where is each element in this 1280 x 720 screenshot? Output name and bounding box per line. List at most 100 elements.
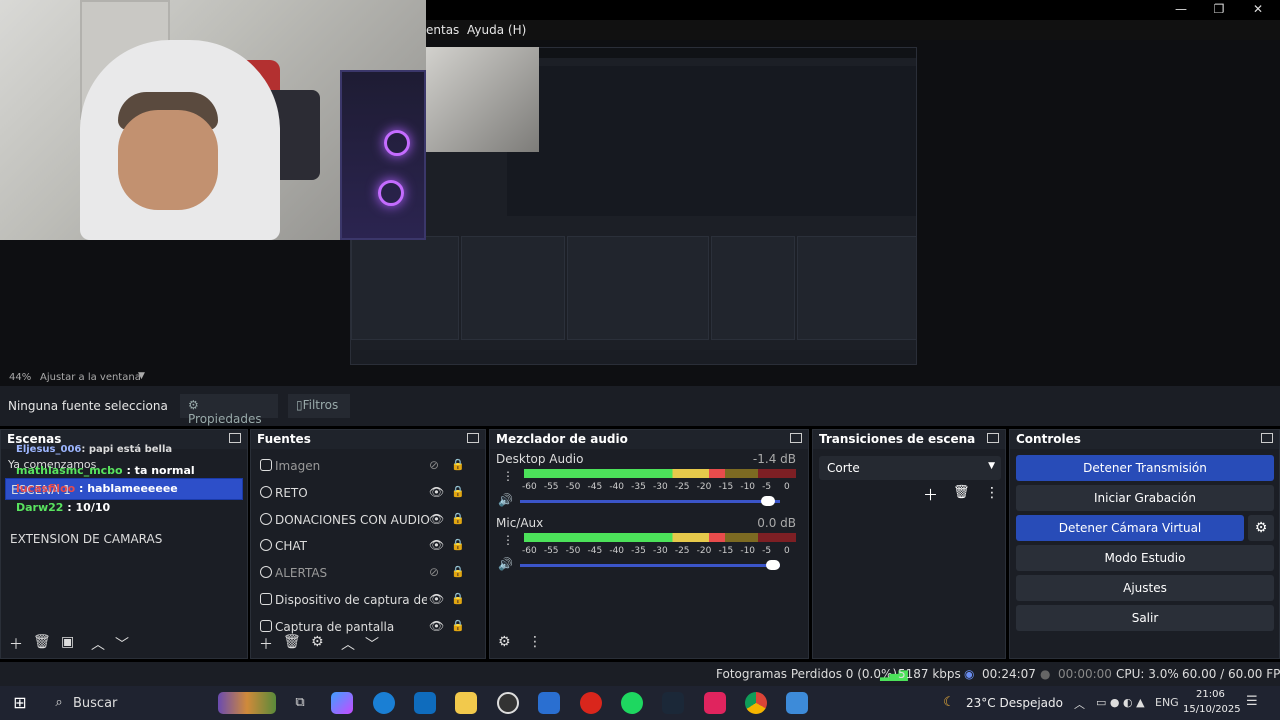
channel-name: Mic/Aux bbox=[496, 516, 544, 530]
move-up-icon[interactable]: ︿ bbox=[91, 634, 105, 654]
nested-screen-image bbox=[507, 66, 916, 216]
filters-button[interactable]: ▯Filtros bbox=[288, 394, 350, 418]
start-recording-button[interactable]: Iniciar Grabación bbox=[1016, 485, 1274, 511]
clock-time[interactable]: 21:06 bbox=[1196, 689, 1225, 700]
opera-icon[interactable] bbox=[580, 692, 602, 714]
move-down-icon[interactable]: ﹀ bbox=[115, 634, 129, 654]
more-icon[interactable]: ⋮ bbox=[985, 485, 999, 501]
speaker-icon[interactable]: 🔊 bbox=[498, 557, 513, 571]
language-indicator[interactable]: ENG bbox=[1155, 696, 1179, 709]
chevron-up-icon[interactable]: ︿ bbox=[1074, 696, 1085, 712]
chevron-down-icon[interactable]: ▼ bbox=[138, 371, 145, 381]
volume-knob[interactable] bbox=[766, 560, 780, 570]
source-item[interactable]: DONACIONES CON AUDIO 👁 🔒 bbox=[257, 510, 483, 534]
eye-icon[interactable]: 👁 bbox=[429, 512, 444, 526]
edge-icon[interactable] bbox=[373, 692, 395, 714]
trash-icon[interactable]: 🗑 bbox=[33, 634, 51, 650]
eye-icon[interactable]: 👁 bbox=[429, 538, 444, 552]
menu-item-tools[interactable]: entas bbox=[426, 23, 459, 37]
broadcast-icon: ◉ bbox=[964, 667, 975, 681]
browser-icon bbox=[260, 486, 272, 498]
studio-mode-button[interactable]: Modo Estudio bbox=[1016, 545, 1274, 571]
meter-tick-label: -25 bbox=[674, 482, 690, 492]
copilot-icon[interactable] bbox=[331, 692, 353, 714]
menu-item-help[interactable]: Ayuda (H) bbox=[467, 23, 526, 37]
outlook-icon[interactable] bbox=[414, 692, 436, 714]
minimize-icon[interactable]: — bbox=[1170, 2, 1192, 18]
gear-icon[interactable]: ⚙ bbox=[311, 634, 324, 650]
status-bar: Fotogramas Perdidos 0 (0.0%) ▂▄▆ 5187 kb… bbox=[0, 662, 1280, 686]
close-icon[interactable]: ✕ bbox=[1247, 2, 1269, 18]
clock-date[interactable]: 15/10/2025 bbox=[1183, 704, 1241, 715]
chrome-icon[interactable] bbox=[745, 692, 767, 714]
properties-button[interactable]: ⚙ Propiedades bbox=[180, 394, 278, 426]
taskbar-search[interactable]: Buscar bbox=[73, 696, 117, 711]
maximize-icon[interactable]: ❐ bbox=[1208, 2, 1230, 18]
meter-tick-label: -40 bbox=[609, 482, 625, 492]
windows-start-icon[interactable]: ⊞ bbox=[9, 692, 31, 714]
bitrate: 5187 kbps bbox=[898, 667, 961, 681]
gear-icon[interactable]: ⚙ bbox=[498, 634, 511, 650]
settings-button[interactable]: Ajustes bbox=[1016, 575, 1274, 601]
move-down-icon[interactable]: ﹀ bbox=[365, 634, 379, 654]
store-icon[interactable] bbox=[538, 692, 560, 714]
undock-icon[interactable] bbox=[1261, 433, 1273, 443]
notification-icon[interactable]: ☰ bbox=[1246, 694, 1258, 709]
channel-db: -1.4 dB bbox=[752, 452, 796, 466]
filter-icon[interactable]: ▣ bbox=[61, 634, 74, 650]
meter-ticks: -60 -55 -50 -45 -40 -35 -30 -25 -20 -15 -10 -5 0 bbox=[522, 482, 796, 492]
undock-icon[interactable] bbox=[229, 433, 241, 443]
fit-to-window-label[interactable]: Ajustar a la ventana bbox=[40, 372, 141, 383]
scene-item[interactable]: EXTENSION DE CAMARAS bbox=[5, 528, 243, 550]
speaker-icon[interactable]: 🔊 bbox=[498, 493, 513, 507]
virtual-camera-settings-gear-icon[interactable]: ⚙ bbox=[1248, 515, 1274, 541]
trash-icon[interactable]: 🗑 bbox=[283, 634, 301, 650]
search-icon[interactable]: ⌕ bbox=[48, 692, 70, 714]
more-icon[interactable]: ⋮ bbox=[528, 634, 542, 650]
lock-icon[interactable]: 🔒 bbox=[451, 565, 465, 578]
trash-icon[interactable]: 🗑 bbox=[953, 485, 970, 500]
task-view-icon[interactable]: ⧉ bbox=[289, 692, 311, 714]
meter-tick-label: -50 bbox=[565, 546, 581, 556]
spotify-icon[interactable] bbox=[621, 692, 643, 714]
lock-icon[interactable]: 🔒 bbox=[451, 538, 465, 551]
eye-hidden-icon[interactable]: ⊘ bbox=[429, 458, 439, 472]
tray-icons[interactable]: ▭ ● ◐ ▲ bbox=[1096, 696, 1145, 709]
lock-icon[interactable]: 🔒 bbox=[451, 592, 465, 605]
browser-icon bbox=[260, 513, 272, 525]
obs-icon[interactable] bbox=[497, 692, 519, 714]
source-item[interactable]: Imagen ⊘ 🔒 bbox=[257, 456, 483, 480]
stop-stream-button[interactable]: Detener Transmisión bbox=[1016, 455, 1274, 481]
undock-icon[interactable] bbox=[467, 433, 479, 443]
undock-icon[interactable] bbox=[987, 433, 999, 443]
source-item[interactable]: CHAT 👁 🔒 bbox=[257, 536, 483, 560]
lock-icon[interactable]: 🔒 bbox=[451, 458, 465, 471]
exit-button[interactable]: Salir bbox=[1016, 605, 1274, 631]
volume-knob[interactable] bbox=[761, 496, 776, 506]
source-item[interactable]: ALERTAS ⊘ 🔒 bbox=[257, 563, 483, 587]
add-icon[interactable]: ＋ bbox=[923, 484, 938, 505]
tiktok-icon[interactable] bbox=[704, 692, 726, 714]
eye-icon[interactable]: 👁 bbox=[429, 485, 444, 499]
filter-icon: ▯ bbox=[296, 398, 303, 412]
volume-slider[interactable] bbox=[520, 496, 780, 506]
volume-slider[interactable] bbox=[520, 560, 780, 570]
lock-icon[interactable]: 🔒 bbox=[451, 485, 465, 498]
steam-icon[interactable] bbox=[662, 692, 684, 714]
transition-select[interactable]: Corte ▼ bbox=[819, 456, 1001, 480]
undock-icon[interactable] bbox=[790, 433, 802, 443]
add-icon[interactable]: ＋ bbox=[9, 634, 23, 654]
eye-icon[interactable]: 👁 bbox=[429, 592, 444, 606]
lock-icon[interactable]: 🔒 bbox=[451, 512, 465, 525]
app-icon[interactable] bbox=[786, 692, 808, 714]
eye-hidden-icon[interactable]: ⊘ bbox=[429, 565, 439, 579]
more-icon[interactable]: ⋮ bbox=[502, 533, 514, 547]
move-up-icon[interactable]: ︿ bbox=[341, 634, 355, 654]
file-explorer-icon[interactable] bbox=[455, 692, 477, 714]
source-item[interactable]: Dispositivo de captura de vide👁🔒 bbox=[257, 590, 483, 614]
meter-tick-label: -20 bbox=[696, 482, 712, 492]
stop-virtual-camera-button[interactable]: Detener Cámara Virtual bbox=[1016, 515, 1244, 541]
add-icon[interactable]: ＋ bbox=[259, 634, 273, 654]
source-item[interactable]: RETO 👁 🔒 bbox=[257, 483, 483, 507]
more-icon[interactable]: ⋮ bbox=[502, 469, 514, 483]
